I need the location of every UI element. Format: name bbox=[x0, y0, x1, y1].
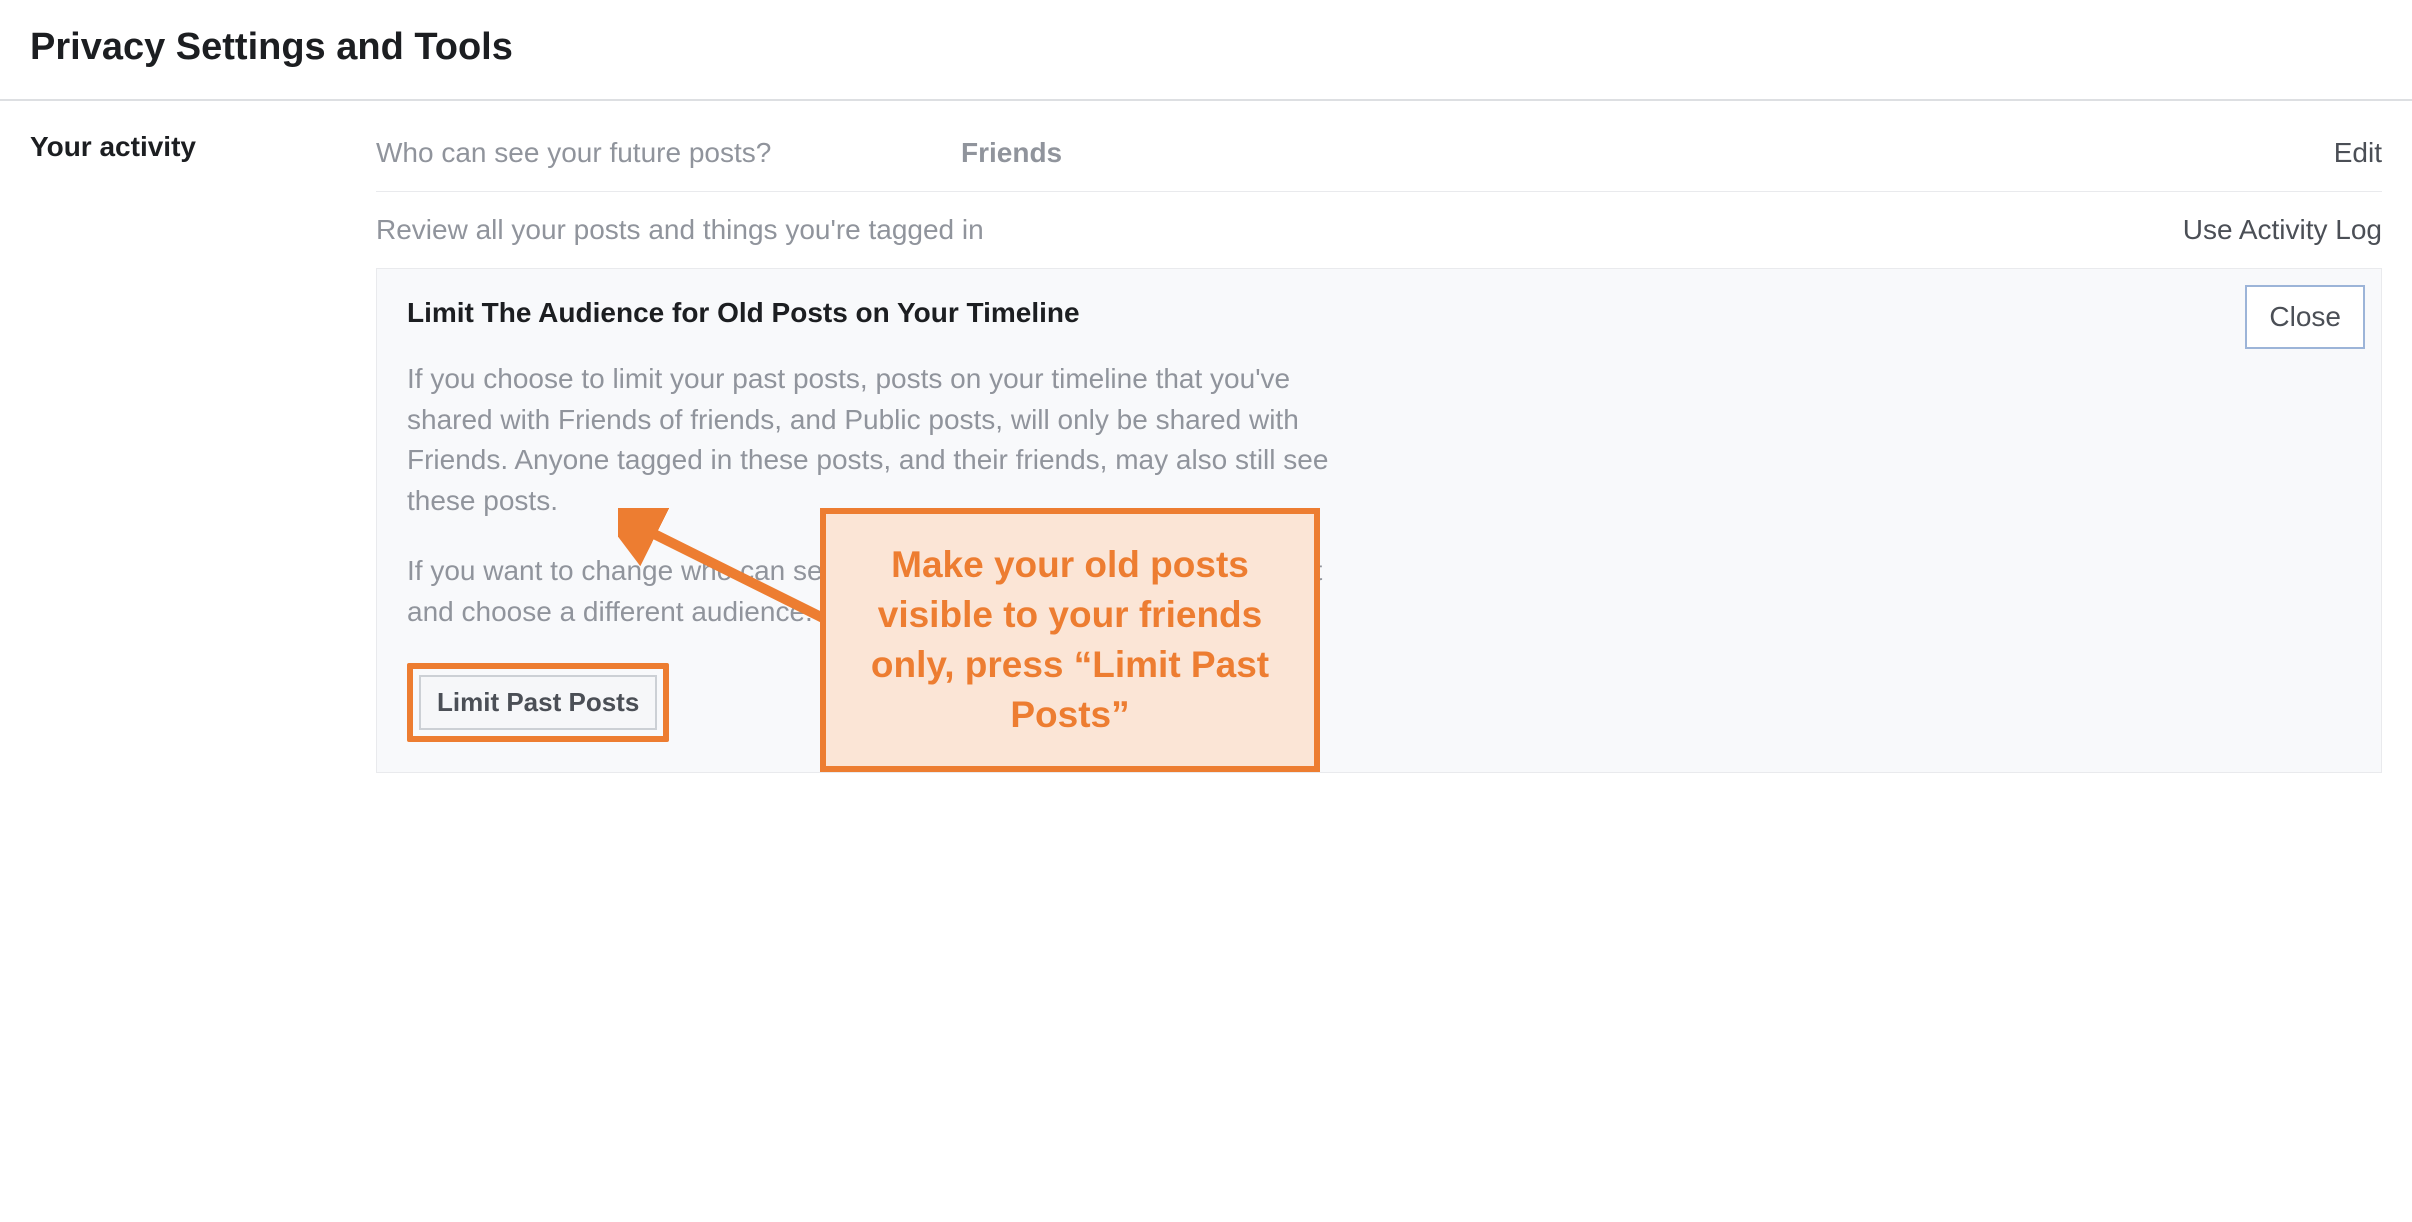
section-sidebar: Your activity bbox=[0, 131, 376, 773]
panel-paragraph-1: If you choose to limit your past posts, … bbox=[407, 359, 1367, 521]
row-value-future-posts: Friends bbox=[961, 137, 2334, 169]
limit-old-posts-panel: Close Limit The Audience for Old Posts o… bbox=[376, 268, 2382, 773]
row-review-posts[interactable]: Review all your posts and things you're … bbox=[376, 191, 2382, 268]
annotation-callout: Make your old posts visible to your frie… bbox=[820, 508, 1320, 772]
annotation-highlight-box: Limit Past Posts bbox=[407, 663, 669, 742]
row-label-future-posts: Who can see your future posts? bbox=[376, 137, 961, 169]
settings-list: Who can see your future posts? Friends E… bbox=[376, 131, 2412, 773]
use-activity-log-link[interactable]: Use Activity Log bbox=[2183, 214, 2382, 246]
section-heading-your-activity: Your activity bbox=[30, 131, 376, 163]
row-label-review-posts: Review all your posts and things you're … bbox=[376, 214, 2183, 246]
panel-title: Limit The Audience for Old Posts on Your… bbox=[407, 297, 2351, 329]
close-button[interactable]: Close bbox=[2245, 285, 2365, 349]
limit-past-posts-button[interactable]: Limit Past Posts bbox=[419, 675, 657, 730]
edit-link[interactable]: Edit bbox=[2334, 137, 2382, 169]
page-title: Privacy Settings and Tools bbox=[0, 0, 2412, 99]
row-future-posts[interactable]: Who can see your future posts? Friends E… bbox=[376, 131, 2382, 191]
